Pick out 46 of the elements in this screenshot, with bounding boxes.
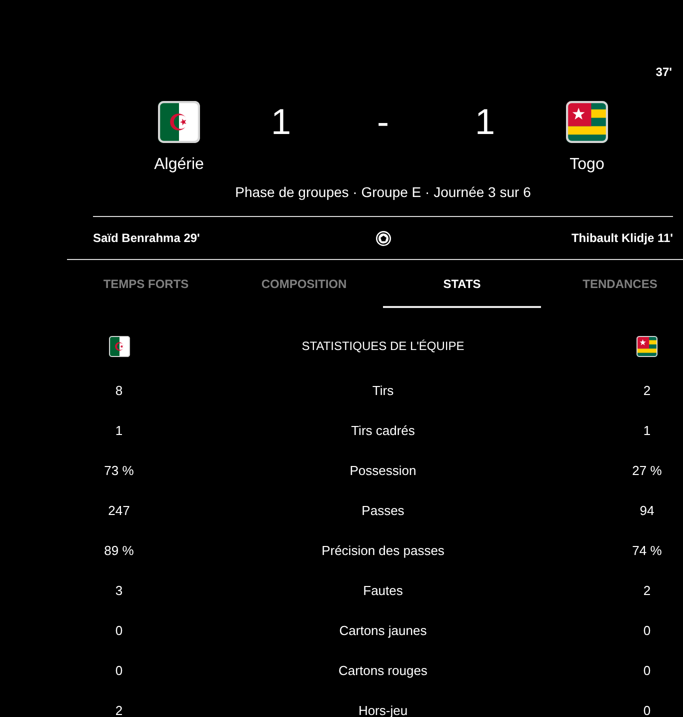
- team-score: 1: [474, 101, 496, 143]
- stat-value: 0: [115, 624, 123, 636]
- tab[interactable]: STATS: [383, 260, 541, 308]
- tab[interactable]: TEMPS FORTS: [67, 260, 225, 308]
- stat-value: 0: [643, 624, 651, 636]
- algeria-flag-icon: [158, 101, 200, 143]
- stats-title: STATISTIQUES DE L'ÉQUIPE: [302, 339, 464, 354]
- stat-label: Tirs: [372, 384, 394, 396]
- stat-value: 1: [643, 424, 651, 436]
- stat-value: 27 %: [632, 464, 662, 476]
- togo-flag-icon: [566, 101, 608, 143]
- stat-label: Fautes: [363, 584, 403, 596]
- team-score: 1: [270, 101, 292, 143]
- stat-label: Précision des passes: [322, 544, 444, 556]
- algeria-flag-icon: [108, 336, 130, 357]
- team-name: Algérie: [154, 155, 204, 174]
- stat-value: 0: [643, 664, 651, 676]
- stat-value: 2: [643, 584, 651, 596]
- match-minute: 37': [656, 64, 672, 80]
- stat-value: 1: [115, 424, 123, 436]
- stat-value: 89 %: [104, 544, 134, 556]
- tab[interactable]: COMPOSITION: [225, 260, 383, 308]
- stat-value: 247: [108, 504, 130, 516]
- stat-label: Possession: [350, 464, 416, 476]
- stat-value: 0: [643, 704, 651, 716]
- stat-value: 2: [643, 384, 651, 396]
- team-name: Togo: [570, 155, 604, 174]
- score-separator: -: [377, 101, 389, 143]
- tab[interactable]: TENDANCES: [541, 260, 683, 308]
- stat-value: 8: [115, 384, 123, 396]
- match-stage: Phase de groupes · Groupe E · Journée 3 sur 6: [235, 184, 531, 200]
- stat-label: Hors-jeu: [358, 704, 408, 716]
- stat-value: 3: [115, 584, 123, 596]
- stat-value: 74 %: [632, 544, 662, 556]
- stat-value: 0: [115, 664, 123, 676]
- stat-label: Cartons jaunes: [339, 624, 427, 636]
- stat-label: Passes: [362, 504, 404, 516]
- stat-value: 2: [115, 704, 123, 716]
- togo-flag-icon: [636, 336, 658, 357]
- scorer-name: Thibault Klidje 11': [571, 230, 673, 246]
- stat-value: 94: [640, 504, 654, 516]
- stat-label: Cartons rouges: [338, 664, 428, 676]
- soccer-ball-icon: [376, 230, 390, 246]
- stat-label: Tirs cadrés: [351, 424, 415, 436]
- scorer-name: Saïd Benrahma 29': [93, 230, 200, 246]
- stat-value: 73 %: [104, 464, 134, 476]
